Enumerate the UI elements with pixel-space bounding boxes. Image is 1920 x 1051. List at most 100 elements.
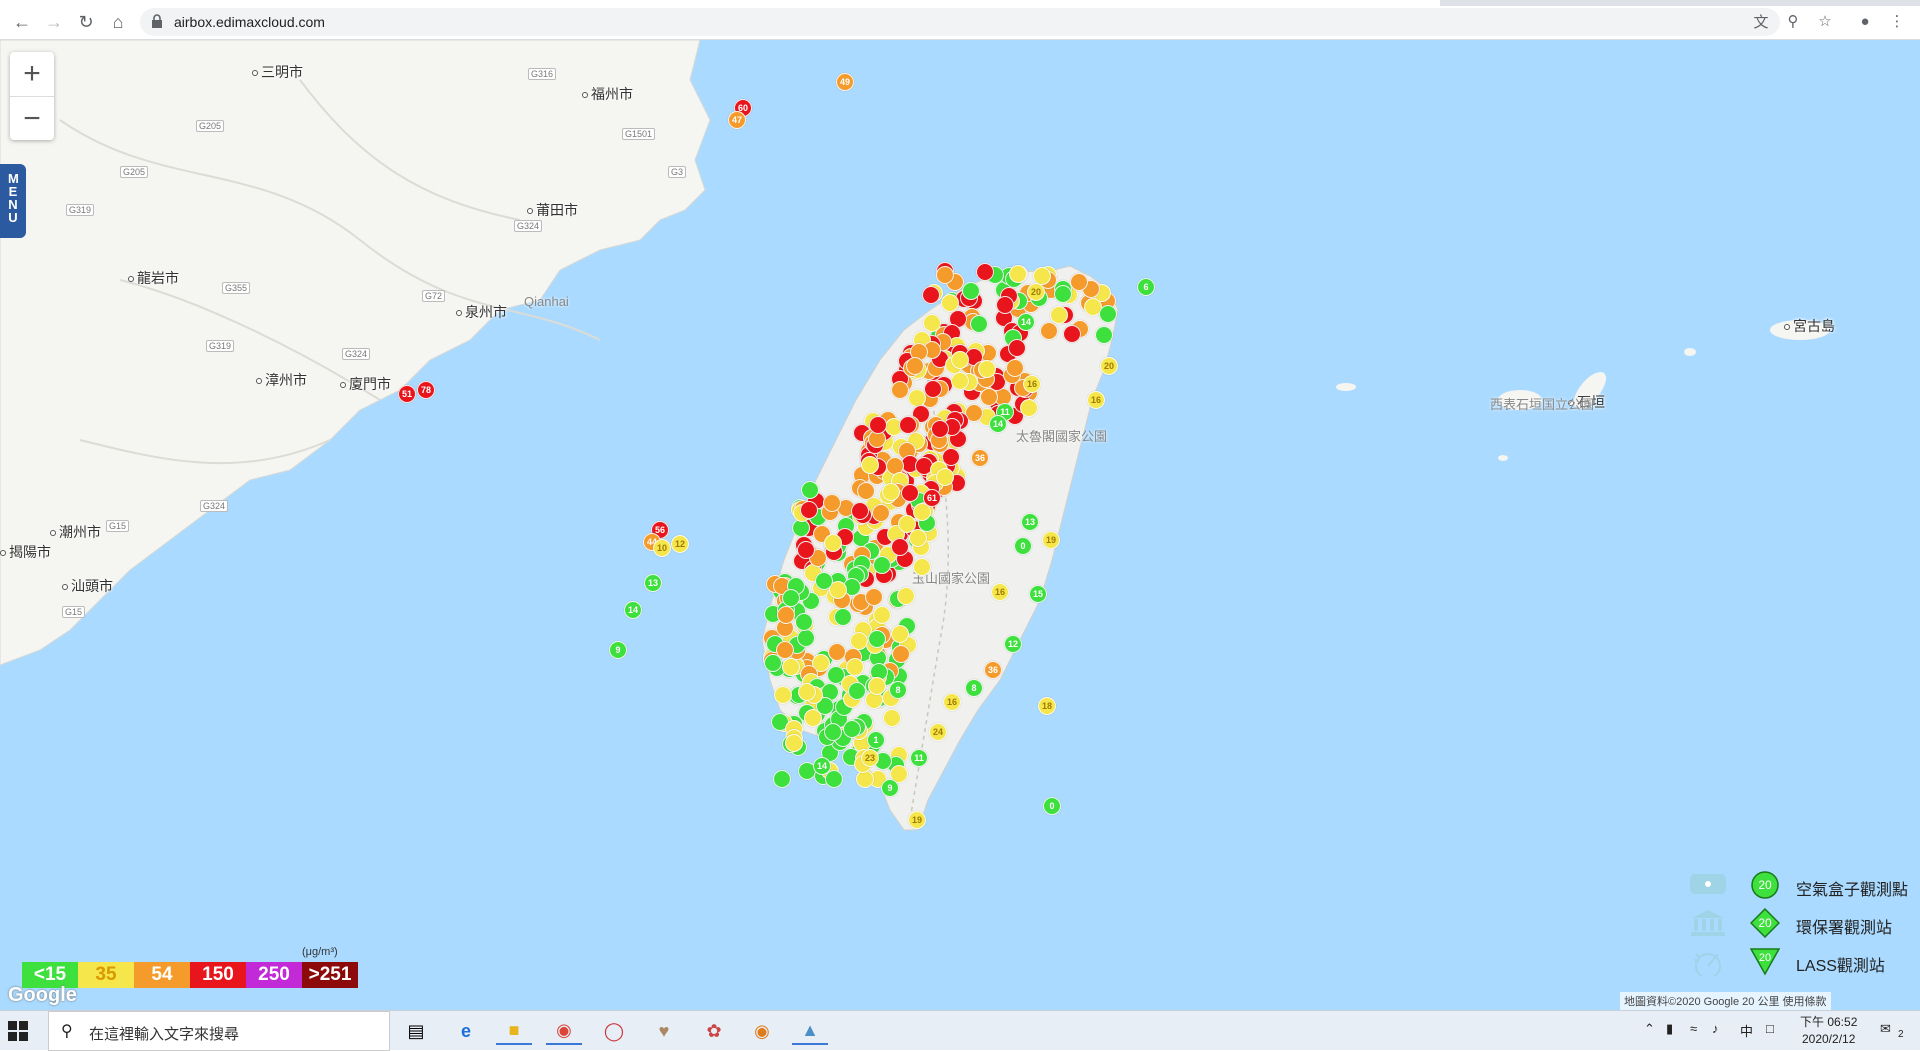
station-marker[interactable] [1039,321,1058,340]
station-marker[interactable]: 9 [609,641,627,659]
app-icon-2[interactable]: ♥ [646,1017,682,1045]
station-marker[interactable]: 19 [1042,531,1060,549]
station-marker[interactable] [848,681,867,700]
station-marker[interactable] [935,265,954,284]
station-marker[interactable] [1053,284,1072,303]
station-marker[interactable] [891,380,910,399]
station-marker[interactable] [975,263,994,282]
station-marker[interactable]: 49 [836,73,854,91]
zoom-out-button[interactable]: − [10,97,54,141]
station-marker[interactable] [882,709,901,728]
station-marker[interactable]: 15 [1029,585,1047,603]
station-marker[interactable] [905,357,924,376]
station-marker[interactable] [896,586,915,605]
station-marker[interactable]: 14 [989,415,1007,433]
station-marker[interactable] [828,642,847,661]
edge-browser-icon[interactable]: e [448,1017,484,1045]
app-icon-4[interactable]: ▲ [792,1017,828,1045]
file-explorer-icon[interactable]: ■ [496,1017,532,1045]
station-marker[interactable] [797,628,816,647]
station-marker[interactable] [803,708,822,727]
station-marker[interactable] [891,644,910,663]
station-marker[interactable] [1050,305,1069,324]
station-marker[interactable] [1006,358,1025,377]
zoom-in-button[interactable]: + [10,52,54,96]
station-marker[interactable] [850,501,869,520]
reload-icon[interactable]: ↻ [74,10,98,34]
station-marker[interactable] [773,769,792,788]
forward-icon[interactable]: → [42,10,66,34]
notification-icon[interactable]: ✉ [1880,1021,1891,1037]
station-marker[interactable]: 20 [1100,357,1118,375]
station-marker[interactable]: 14 [624,601,642,619]
station-marker[interactable]: 14 [1017,313,1035,331]
clock[interactable]: 下午 06:52 2020/2/12 [1800,1014,1857,1048]
bookmark-star-icon[interactable]: ☆ [1814,10,1836,32]
station-marker[interactable] [899,415,918,434]
station-marker[interactable] [815,571,834,590]
url-text[interactable]: airbox.edimaxcloud.com [174,14,325,30]
station-marker[interactable]: 16 [1087,391,1105,409]
map-attribution[interactable]: 地圖資料©2020 Google 20 公里 使用條款 [1620,992,1831,1010]
taskbar-search-box[interactable]: ⚲ 在這裡輸入文字來搜尋 [48,1011,390,1051]
station-marker[interactable] [850,631,869,650]
station-marker[interactable]: 51 [398,385,416,403]
station-marker[interactable]: 19 [908,811,926,829]
station-marker[interactable] [868,415,887,434]
blender-icon[interactable]: ◉ [744,1017,780,1045]
station-marker[interactable] [881,482,900,501]
station-marker[interactable]: 8 [965,679,983,697]
battery-icon[interactable]: ▮ [1666,1021,1673,1037]
station-marker[interactable]: 20 [1027,283,1045,301]
volume-icon[interactable]: ♪ [1712,1021,1719,1036]
station-marker[interactable]: 36 [971,449,989,467]
station-marker[interactable]: 78 [417,381,435,399]
map-canvas[interactable]: 三明市 福州市 莆田市 龍岩市 泉州市 漳州市 廈門市 潮州市 揭陽市 汕頭市 宮古島 石垣 G316… [0,40,1920,1010]
app-icon-3[interactable]: ✿ [696,1017,732,1045]
station-marker[interactable]: 16 [991,583,1009,601]
station-marker[interactable] [871,503,890,522]
station-marker[interactable]: 12 [1004,635,1022,653]
station-marker[interactable] [940,294,959,313]
station-marker[interactable]: 0 [1043,797,1061,815]
translate-icon[interactable]: 文 [1750,10,1772,32]
station-marker[interactable] [950,372,969,391]
station-marker[interactable]: 8 [889,681,907,699]
menu-dots-icon[interactable]: ⋮ [1886,10,1908,32]
zoom-icon[interactable]: ⚲ [1782,10,1804,32]
station-marker[interactable]: 6 [1137,278,1155,296]
task-view-icon[interactable]: ▤ [398,1017,434,1045]
tray-chevron-icon[interactable]: ⌃ [1644,1021,1655,1037]
station-marker[interactable] [995,295,1014,314]
station-marker[interactable] [969,314,988,333]
windows-start-icon[interactable] [8,1021,28,1041]
station-marker[interactable] [782,657,801,676]
station-marker[interactable] [978,359,997,378]
profile-icon[interactable]: ● [1854,10,1876,32]
station-marker[interactable]: 1 [867,731,885,749]
network-icon[interactable]: ≈ [1690,1021,1697,1036]
home-icon[interactable]: ⌂ [106,10,130,34]
station-marker[interactable]: 12 [671,535,689,553]
station-marker[interactable] [781,588,800,607]
station-marker[interactable]: 16 [943,693,961,711]
ime-indicator[interactable]: 中 [1740,1021,1753,1040]
station-marker[interactable]: 13 [1021,513,1039,531]
station-marker[interactable]: 16 [1023,375,1041,393]
station-marker[interactable]: 23 [861,749,879,767]
station-marker[interactable] [935,467,954,486]
back-icon[interactable]: ← [10,10,34,34]
station-marker[interactable]: 36 [984,661,1002,679]
station-marker[interactable] [922,313,941,332]
station-marker[interactable] [912,557,931,576]
station-marker[interactable] [773,686,792,705]
station-marker[interactable] [823,723,842,742]
address-bar[interactable]: airbox.edimaxcloud.com [140,8,1780,36]
station-marker[interactable]: 18 [1038,697,1056,715]
app-icon-1[interactable]: ◯ [596,1017,632,1045]
station-marker[interactable] [872,555,891,574]
chrome-browser-icon[interactable]: ◉ [546,1017,582,1045]
menu-button[interactable]: MENU [0,164,26,238]
station-marker[interactable] [1062,325,1081,344]
station-marker[interactable] [833,607,852,626]
